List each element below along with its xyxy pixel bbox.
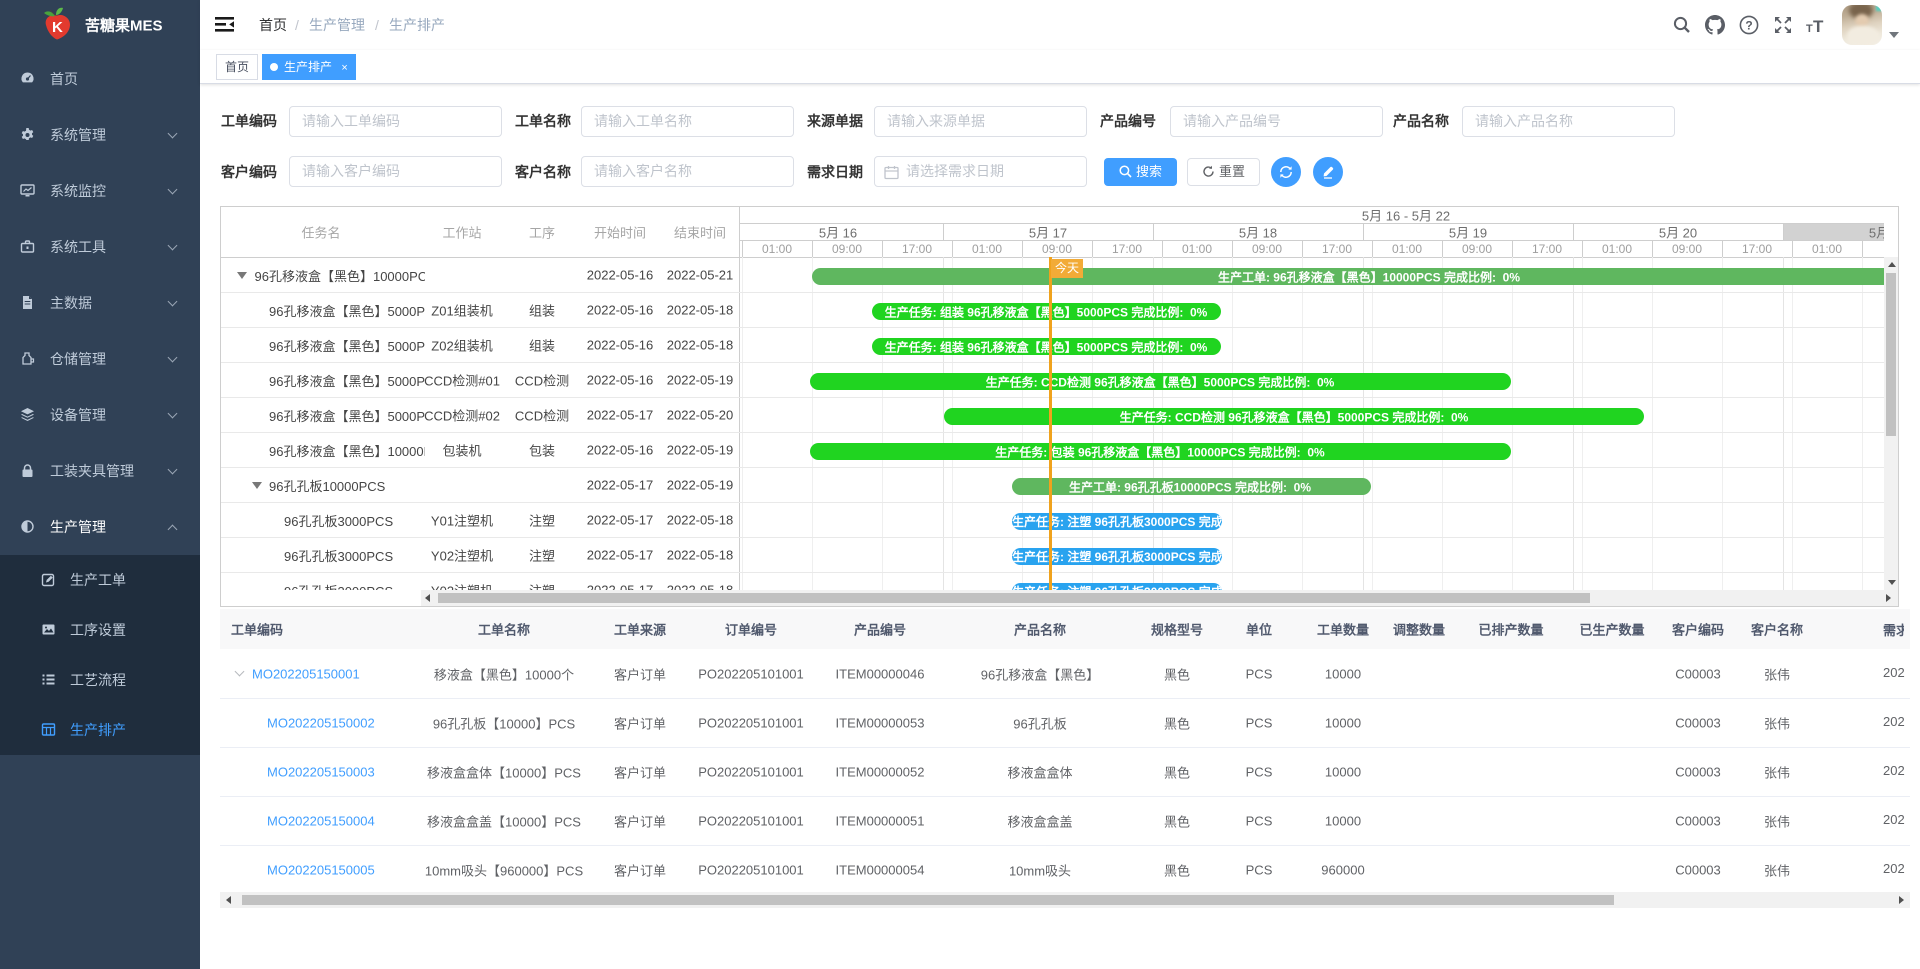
svg-text:T: T [1806, 23, 1813, 35]
svg-text:?: ? [1745, 19, 1752, 33]
svg-text:K: K [52, 19, 63, 36]
svg-text:T: T [1813, 17, 1824, 35]
